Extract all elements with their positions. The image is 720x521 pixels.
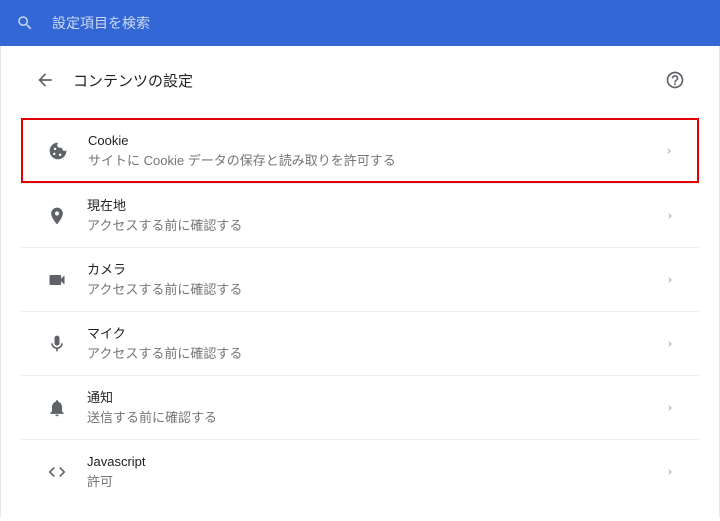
chevron-right-icon — [665, 339, 675, 349]
chevron-right-icon — [665, 467, 675, 477]
help-icon[interactable] — [661, 66, 689, 94]
item-title: 通知 — [87, 388, 665, 408]
item-title: カメラ — [87, 260, 665, 280]
item-subtitle: 許可 — [87, 472, 665, 492]
page-header: コンテンツの設定 — [21, 46, 699, 118]
item-subtitle: アクセスする前に確認する — [87, 216, 665, 236]
item-title: 現在地 — [87, 196, 665, 216]
item-title: Javascript — [87, 452, 665, 472]
chevron-right-icon — [665, 275, 675, 285]
search-input[interactable] — [52, 15, 704, 31]
settings-item-camera[interactable]: カメラ アクセスする前に確認する — [21, 247, 699, 311]
settings-item-cookie[interactable]: Cookie サイトに Cookie データの保存と読み取りを許可する — [21, 118, 699, 183]
bell-icon — [45, 398, 69, 418]
item-subtitle: サイトに Cookie データの保存と読み取りを許可する — [88, 151, 664, 171]
settings-item-location[interactable]: 現在地 アクセスする前に確認する — [21, 183, 699, 247]
settings-item-microphone[interactable]: マイク アクセスする前に確認する — [21, 311, 699, 375]
item-text: 通知 送信する前に確認する — [87, 388, 665, 427]
item-title: マイク — [87, 324, 665, 344]
chevron-right-icon — [664, 146, 674, 156]
chevron-right-icon — [665, 211, 675, 221]
item-text: カメラ アクセスする前に確認する — [87, 260, 665, 299]
location-icon — [45, 206, 69, 226]
code-icon — [45, 462, 69, 482]
item-text: 現在地 アクセスする前に確認する — [87, 196, 665, 235]
item-text: マイク アクセスする前に確認する — [87, 324, 665, 363]
settings-list: Cookie サイトに Cookie データの保存と読み取りを許可する 現在地 … — [21, 118, 699, 503]
page-title: コンテンツの設定 — [73, 70, 661, 91]
settings-item-javascript[interactable]: Javascript 許可 — [21, 439, 699, 503]
search-icon — [16, 14, 34, 32]
back-arrow-icon[interactable] — [31, 66, 59, 94]
cookie-icon — [46, 141, 70, 161]
search-bar[interactable] — [0, 0, 720, 46]
content-settings-panel: コンテンツの設定 Cookie サイトに Cookie データの保存と読み取りを… — [0, 46, 720, 517]
microphone-icon — [45, 334, 69, 354]
item-text: Javascript 許可 — [87, 452, 665, 491]
item-subtitle: アクセスする前に確認する — [87, 344, 665, 364]
item-subtitle: アクセスする前に確認する — [87, 280, 665, 300]
settings-item-notifications[interactable]: 通知 送信する前に確認する — [21, 375, 699, 439]
item-title: Cookie — [88, 131, 664, 151]
chevron-right-icon — [665, 403, 675, 413]
camera-icon — [45, 270, 69, 290]
item-subtitle: 送信する前に確認する — [87, 408, 665, 428]
item-text: Cookie サイトに Cookie データの保存と読み取りを許可する — [88, 131, 664, 170]
